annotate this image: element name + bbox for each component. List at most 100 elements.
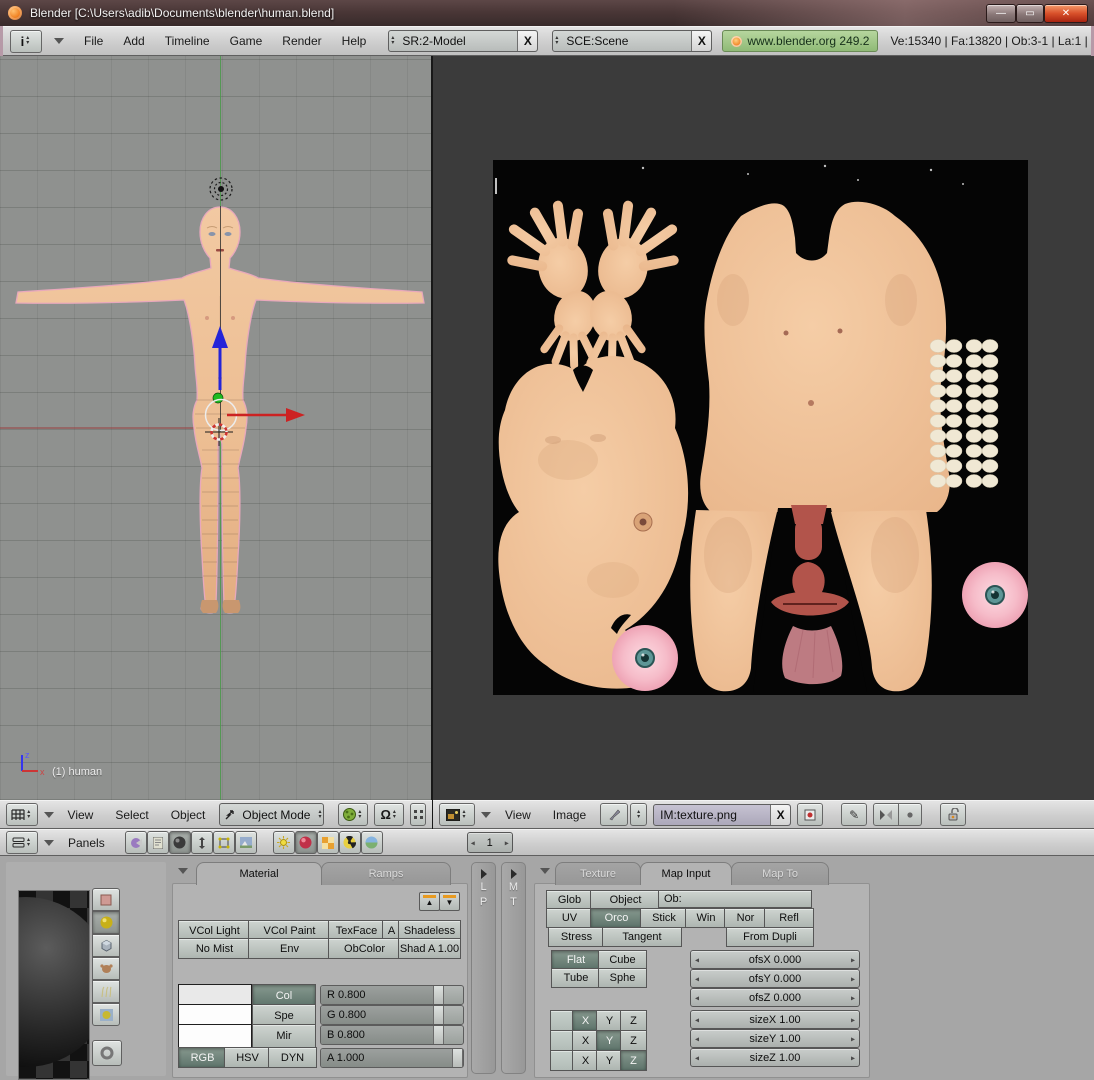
menu-view-uv[interactable]: View — [497, 808, 539, 822]
increment-icon[interactable]: ▸ — [851, 1015, 855, 1024]
preview-sky-button[interactable] — [92, 1003, 120, 1026]
editing-context-button[interactable] — [213, 831, 235, 854]
tab-texture[interactable]: Texture — [555, 862, 641, 885]
coord-orco-button[interactable]: Orco — [590, 908, 643, 928]
axis-x-row2[interactable]: X — [572, 1050, 599, 1071]
title-bar[interactable]: Blender [C:\Users\adib\Documents\blender… — [0, 0, 1094, 27]
manipulator-toggle-button[interactable] — [410, 803, 426, 826]
pane-divider[interactable] — [431, 56, 433, 830]
slider-b[interactable]: B 0.800 — [320, 1025, 464, 1045]
coord-object-button[interactable]: Object — [590, 890, 661, 910]
object-context-button[interactable] — [191, 831, 213, 854]
preview-plane-button[interactable] — [92, 888, 120, 911]
frame-number-field[interactable]: ◂ 1 ▸ — [467, 832, 513, 853]
move-down-button[interactable]: ▼ — [439, 892, 460, 911]
tab-map-input[interactable]: Map Input — [640, 862, 732, 885]
axis-y-row2[interactable]: Y — [596, 1050, 623, 1071]
toggle-no-mist[interactable]: No Mist — [178, 938, 251, 959]
viewport-3d[interactable]: z x (1) human — [0, 56, 431, 800]
preview-monkey-button[interactable] — [92, 957, 120, 980]
slider-g[interactable]: G 0.800 — [320, 1005, 464, 1025]
brush-button[interactable] — [600, 803, 628, 826]
scene-close-button[interactable]: X — [691, 31, 711, 51]
pivot-button[interactable]: Ω ▴▾ — [374, 803, 404, 826]
menu-view[interactable]: View — [60, 808, 102, 822]
axis-y-row0[interactable]: Y — [596, 1010, 623, 1031]
decrement-icon[interactable]: ◂ — [695, 1015, 699, 1024]
tab-ramps[interactable]: Ramps — [321, 862, 451, 885]
image-name-field[interactable]: IM:texture.png X — [653, 804, 791, 826]
toggle-obcolor[interactable]: ObColor — [328, 938, 401, 959]
channel-mir-button[interactable]: Mir — [252, 1024, 316, 1048]
image-close-button[interactable]: X — [770, 805, 790, 825]
axis-z-row2[interactable]: Z — [620, 1050, 647, 1071]
close-button[interactable]: ✕ — [1044, 4, 1088, 23]
menu-panels[interactable]: Panels — [60, 836, 113, 850]
increment-icon[interactable]: ▸ — [851, 974, 855, 983]
script-context-button[interactable] — [147, 831, 169, 854]
toggle-shad-a[interactable]: Shad A 1.00 — [398, 938, 461, 959]
sizex-field[interactable]: ◂ sizeX 1.00 ▸ — [690, 1010, 860, 1029]
material-buttons-button[interactable] — [295, 831, 317, 854]
increment-icon[interactable]: ▸ — [851, 955, 855, 964]
world-buttons-button[interactable] — [361, 831, 383, 854]
ofsy-field[interactable]: ◂ ofsY 0.000 ▸ — [690, 969, 860, 988]
texture-collapse-icon[interactable] — [540, 868, 550, 874]
draw-type-button[interactable]: ▴▾ — [338, 803, 368, 826]
axis-x-row0[interactable]: X — [572, 1010, 599, 1031]
mode-hsv-button[interactable]: HSV — [224, 1047, 271, 1068]
window-type-button[interactable]: i ▴▾ — [10, 30, 42, 53]
sizez-field[interactable]: ◂ sizeZ 1.00 ▸ — [690, 1048, 860, 1067]
coord-uv-button[interactable]: UV — [546, 908, 593, 928]
coord-win-button[interactable]: Win — [685, 908, 727, 928]
collapse-triangle-icon[interactable] — [481, 812, 491, 818]
menu-select[interactable]: Select — [107, 808, 156, 822]
proj-flat-button[interactable]: Flat — [551, 950, 601, 970]
from-dupli-button[interactable]: From Dupli — [726, 927, 814, 947]
image-browse-button[interactable]: ▴▾ — [630, 803, 647, 826]
version-badge[interactable]: www.blender.org 249.2 — [722, 30, 878, 52]
collapsed-panel-links-pipeline[interactable]: LP — [471, 862, 496, 1074]
scene-context-button[interactable] — [235, 831, 257, 854]
tab-material[interactable]: Material — [196, 862, 322, 885]
menu-help[interactable]: Help — [334, 34, 375, 48]
decrement-icon[interactable]: ◂ — [695, 993, 699, 1002]
preview-cube-button[interactable] — [92, 934, 120, 957]
axis-z-row0[interactable]: Z — [620, 1010, 647, 1031]
proj-cube-button[interactable]: Cube — [598, 950, 647, 970]
coord-tangent-button[interactable]: Tangent — [602, 927, 682, 947]
scene-selector[interactable]: ▴▾ SCE:Scene X — [552, 30, 712, 52]
move-up-button[interactable]: ▲ — [419, 892, 440, 911]
proj-sphe-button[interactable]: Sphe — [598, 968, 647, 988]
mode-rgb-button[interactable]: RGB — [178, 1047, 227, 1068]
preview-sphere-button[interactable] — [92, 911, 120, 934]
menu-add[interactable]: Add — [115, 34, 152, 48]
collapse-triangle-icon[interactable] — [44, 812, 54, 818]
editor-type-button-uv[interactable]: ▴▾ — [439, 803, 475, 826]
ob-name-field[interactable]: Ob: — [658, 890, 812, 908]
preview-hair-button[interactable] — [92, 980, 120, 1003]
decrement-icon[interactable]: ◂ — [695, 974, 699, 983]
decrement-icon[interactable]: ◂ — [695, 955, 699, 964]
color-swatch-mir[interactable] — [178, 1024, 252, 1048]
mirror-button[interactable] — [873, 803, 899, 826]
decrement-icon[interactable]: ◂ — [471, 838, 475, 847]
menu-file[interactable]: File — [76, 34, 111, 48]
decrement-icon[interactable]: ◂ — [695, 1053, 699, 1062]
collapse-triangle-icon[interactable] — [44, 840, 54, 846]
screen-selector[interactable]: ▴▾ SR:2-Model X — [388, 30, 538, 52]
ofsz-field[interactable]: ◂ ofsZ 0.000 ▸ — [690, 988, 860, 1007]
material-collapse-icon[interactable] — [178, 868, 188, 874]
collapse-triangle-icon[interactable] — [54, 38, 64, 44]
coord-glob-button[interactable]: Glob — [546, 890, 593, 910]
maximize-button[interactable]: ▭ — [1016, 4, 1044, 23]
lock-button[interactable] — [940, 803, 966, 826]
mode-selector[interactable]: Object Mode ▴▾ — [219, 803, 324, 826]
logic-context-button[interactable] — [125, 831, 147, 854]
menu-game[interactable]: Game — [222, 34, 271, 48]
mode-dyn-button[interactable]: DYN — [268, 1047, 317, 1068]
editor-type-button-buttons[interactable]: ▴▾ — [6, 831, 38, 854]
menu-timeline[interactable]: Timeline — [157, 34, 218, 48]
lamp-buttons-button[interactable] — [273, 831, 295, 854]
minimize-button[interactable]: — — [986, 4, 1016, 23]
